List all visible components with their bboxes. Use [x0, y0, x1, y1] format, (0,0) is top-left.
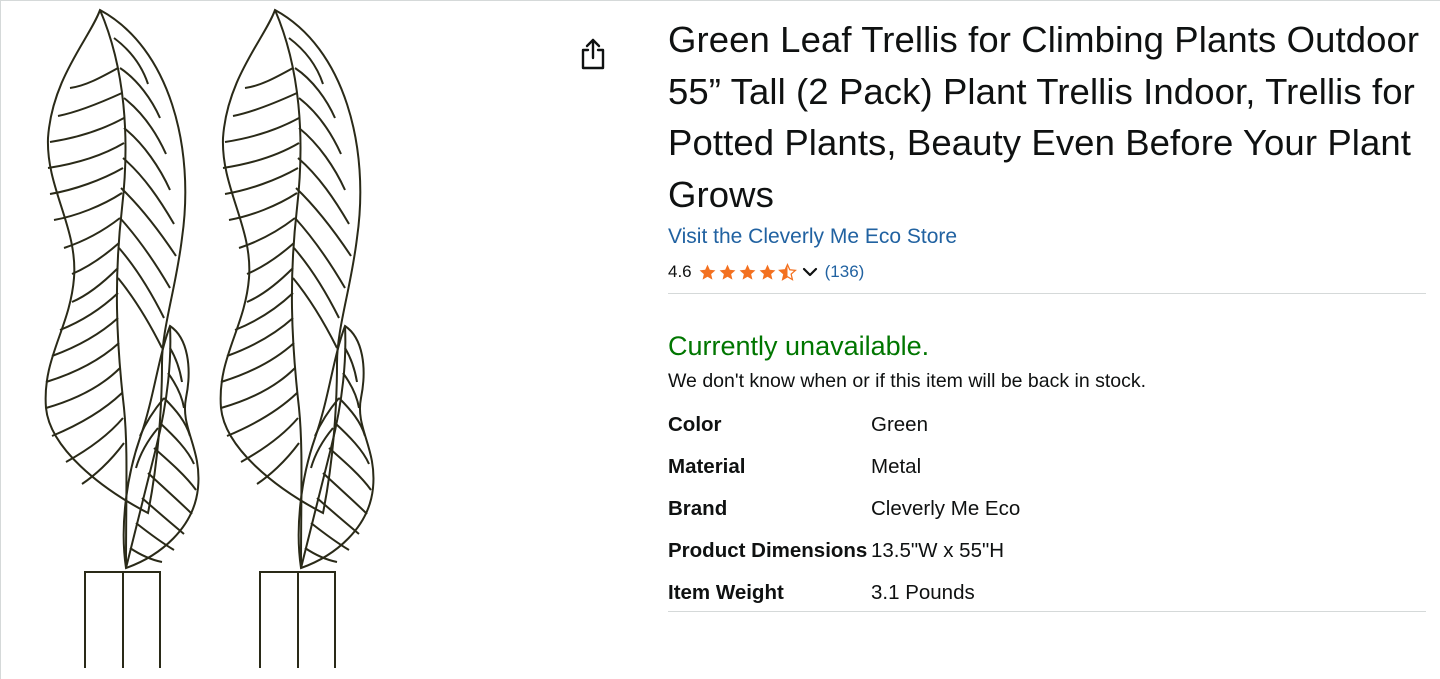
spec-row: Material Metal — [668, 451, 1020, 493]
spec-value: 13.5"W x 55"H — [871, 539, 1005, 562]
spec-label: Product Dimensions — [668, 539, 868, 562]
spec-label: Item Weight — [668, 581, 784, 604]
spec-row: Product Dimensions 13.5"W x 55"H — [668, 535, 1020, 577]
divider — [668, 293, 1426, 294]
spec-label: Color — [668, 413, 722, 436]
rating-value: 4.6 — [668, 262, 692, 281]
chevron-down-icon[interactable] — [801, 263, 819, 281]
spec-value: Metal — [871, 455, 922, 478]
star-rating[interactable] — [698, 262, 798, 282]
rating-row: 4.6 (136) — [668, 259, 1428, 285]
product-specs-table: Color Green Material Metal Brand Cleverl… — [668, 409, 1020, 609]
store-link[interactable]: Visit the Cleverly Me Eco Store — [668, 225, 957, 249]
spec-row: Color Green — [668, 409, 1020, 451]
star-full-icon — [759, 264, 776, 280]
product-detail-panel: Green Leaf Trellis for Climbing Plants O… — [668, 14, 1428, 612]
product-title: Green Leaf Trellis for Climbing Plants O… — [668, 19, 1420, 215]
availability-status: Currently unavailable. — [668, 331, 930, 361]
star-full-icon — [719, 264, 736, 280]
availability-note: We don't know when or if this item will … — [668, 370, 1147, 392]
product-image[interactable] — [30, 8, 430, 668]
spec-row: Brand Cleverly Me Eco — [668, 493, 1020, 535]
spec-value: 3.1 Pounds — [871, 581, 975, 604]
share-button[interactable] — [576, 36, 610, 72]
spec-row: Item Weight 3.1 Pounds — [668, 577, 1020, 609]
spec-label: Material — [668, 455, 746, 478]
star-half-icon — [777, 262, 797, 281]
share-icon — [581, 38, 605, 70]
star-full-icon — [739, 264, 756, 280]
spec-label: Brand — [668, 497, 728, 520]
review-count-link[interactable]: (136) — [825, 262, 865, 282]
spec-value: Cleverly Me Eco — [871, 497, 1021, 520]
star-full-icon — [699, 264, 716, 280]
spec-value: Green — [871, 413, 928, 436]
divider — [668, 611, 1426, 612]
